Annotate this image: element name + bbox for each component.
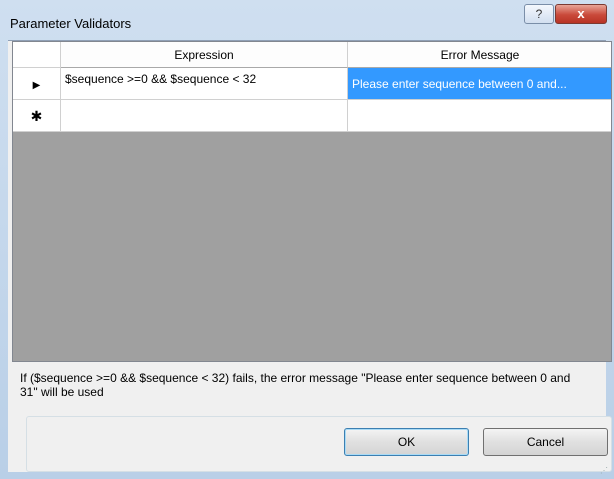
- close-button[interactable]: x: [555, 4, 607, 24]
- close-icon: x: [577, 6, 585, 21]
- current-row-arrow-icon: ▶: [32, 80, 41, 91]
- error-message-cell[interactable]: Please enter sequence between 0 and...: [348, 68, 611, 100]
- ok-button[interactable]: OK: [344, 428, 469, 456]
- dialog-window: Parameter Validators ? x Expression Erro…: [0, 0, 614, 479]
- new-error-message-cell[interactable]: [348, 100, 611, 132]
- cancel-button[interactable]: Cancel: [483, 428, 608, 456]
- new-row-asterisk-icon: ✱: [30, 108, 43, 124]
- row-header-new[interactable]: ✱: [13, 100, 61, 132]
- column-header-expression[interactable]: Expression: [61, 42, 348, 68]
- validators-grid[interactable]: Expression Error Message ▶ $sequence >=0…: [12, 41, 612, 362]
- dialog-title: Parameter Validators: [10, 16, 132, 31]
- title-bar[interactable]: Parameter Validators ? x: [0, 0, 614, 40]
- validation-info-text: If ($sequence >=0 && $sequence < 32) fai…: [20, 371, 571, 399]
- column-header-error-message[interactable]: Error Message: [348, 42, 611, 68]
- row-header-current[interactable]: ▶: [13, 68, 61, 100]
- expression-cell[interactable]: $sequence >=0 && $sequence < 32: [61, 68, 348, 100]
- new-expression-cell[interactable]: [61, 100, 348, 132]
- resize-grip-icon[interactable]: ⋰: [600, 466, 610, 476]
- grid-corner-header[interactable]: [13, 42, 61, 68]
- help-button[interactable]: ?: [524, 4, 554, 24]
- help-icon: ?: [535, 7, 543, 21]
